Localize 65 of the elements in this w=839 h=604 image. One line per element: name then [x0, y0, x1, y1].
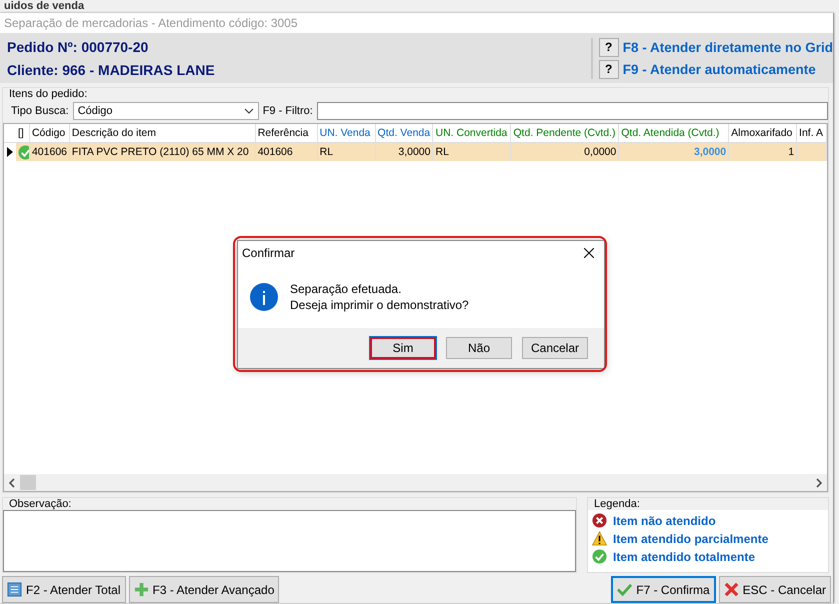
table-cell: 1: [729, 143, 798, 161]
column-header[interactable]: Referência: [256, 124, 318, 142]
column-header[interactable]: UN. Convertida: [433, 124, 512, 142]
background-window-title: uidos de venda: [4, 0, 84, 12]
table-cell: FITA PVC PRETO (2110) 65 MM X 20: [70, 143, 256, 161]
dialog-button[interactable]: Não: [446, 337, 512, 359]
legend-label: Item não atendido: [613, 514, 716, 528]
table-cell: 0,0000: [511, 143, 620, 161]
plus-icon: [134, 582, 148, 597]
footer-button[interactable]: ESC - Cancelar: [718, 576, 831, 603]
order-number: Pedido Nº: 000770-20: [7, 38, 150, 54]
search-type-dropdown[interactable]: Código: [72, 102, 259, 120]
legend-label: Item atendido totalmente: [613, 550, 756, 564]
table-cell: 3,0000: [376, 143, 434, 161]
scroll-left-icon[interactable]: [8, 478, 16, 488]
table-row[interactable]: 401606 FITA PVC PRETO (2110) 65 MM X 20 401606 RL 3,0000 RL 0,0000 3,0000 1: [4, 143, 827, 161]
scrollbar-thumb[interactable]: [20, 475, 36, 490]
column-header[interactable]: Descrição do item: [70, 124, 256, 142]
dialog-button[interactable]: Sim: [370, 337, 436, 359]
column-header[interactable]: UN. Venda: [318, 124, 376, 142]
close-icon[interactable]: [584, 248, 594, 258]
filter-input[interactable]: [316, 102, 828, 120]
dialog-title: Confirmar: [242, 246, 295, 260]
horizontal-scrollbar[interactable]: [4, 474, 827, 491]
legend-label: Item atendido parcialmente: [613, 532, 768, 546]
column-header[interactable]: Almoxarifado: [729, 124, 798, 142]
table-cell: 3,0000: [619, 143, 730, 161]
column-header[interactable]: Qtd. Atendida (Cvtd.): [619, 124, 730, 142]
caret-icon: [244, 108, 254, 114]
group-title: Observação:: [8, 498, 72, 510]
check-circle-icon: [592, 549, 607, 564]
dialog-button[interactable]: Cancelar: [522, 337, 588, 359]
shortcut-label: F8 - Atender diretamente no Grid: [622, 40, 833, 54]
warning-icon: [592, 531, 607, 546]
column-header[interactable]: []: [16, 124, 30, 142]
footer-button[interactable]: F3 - Atender Avançado: [128, 576, 280, 603]
client-name: Cliente: 966 - MADEIRAS LANE: [7, 62, 215, 78]
filter-label: F9 - Filtro:: [262, 105, 313, 117]
column-header[interactable]: Inf. A: [797, 124, 827, 142]
table-cell: RL: [318, 143, 376, 161]
window-title: Separação de mercadorias - Atendimento código: 3005: [4, 16, 298, 30]
help-button[interactable]: ?: [598, 60, 619, 78]
column-header[interactable]: Código: [30, 124, 70, 142]
info-icon: [250, 282, 278, 310]
list-icon: [7, 582, 22, 597]
scroll-right-icon[interactable]: [815, 478, 823, 488]
dialog-message: Deseja imprimir o demonstrativo?: [290, 298, 469, 312]
group-title: Legenda:: [588, 498, 828, 510]
error-circle-icon: [592, 513, 607, 528]
group-title: Itens do pedido:: [8, 88, 88, 100]
footer-button[interactable]: F2 - Atender Total: [2, 576, 126, 603]
column-header[interactable]: Qtd. Pendente (Cvtd.): [511, 124, 620, 142]
column-header[interactable]: Qtd. Venda: [376, 124, 434, 142]
notes-field[interactable]: [3, 510, 576, 572]
help-button[interactable]: ?: [598, 38, 619, 56]
checkmark-icon: [617, 582, 632, 597]
search-type-label: Tipo Busca:: [11, 105, 69, 117]
table-cell: 401606: [30, 143, 70, 161]
table-cell: RL: [433, 143, 512, 161]
cross-icon: [724, 582, 739, 597]
footer-button[interactable]: F7 - Confirma: [611, 576, 716, 603]
table-cell: 401606: [256, 143, 318, 161]
row-pointer-icon: [6, 147, 13, 157]
shortcut-label: F9 - Atender automaticamente: [622, 62, 816, 76]
dialog-message: Separação efetuada.: [290, 282, 402, 296]
